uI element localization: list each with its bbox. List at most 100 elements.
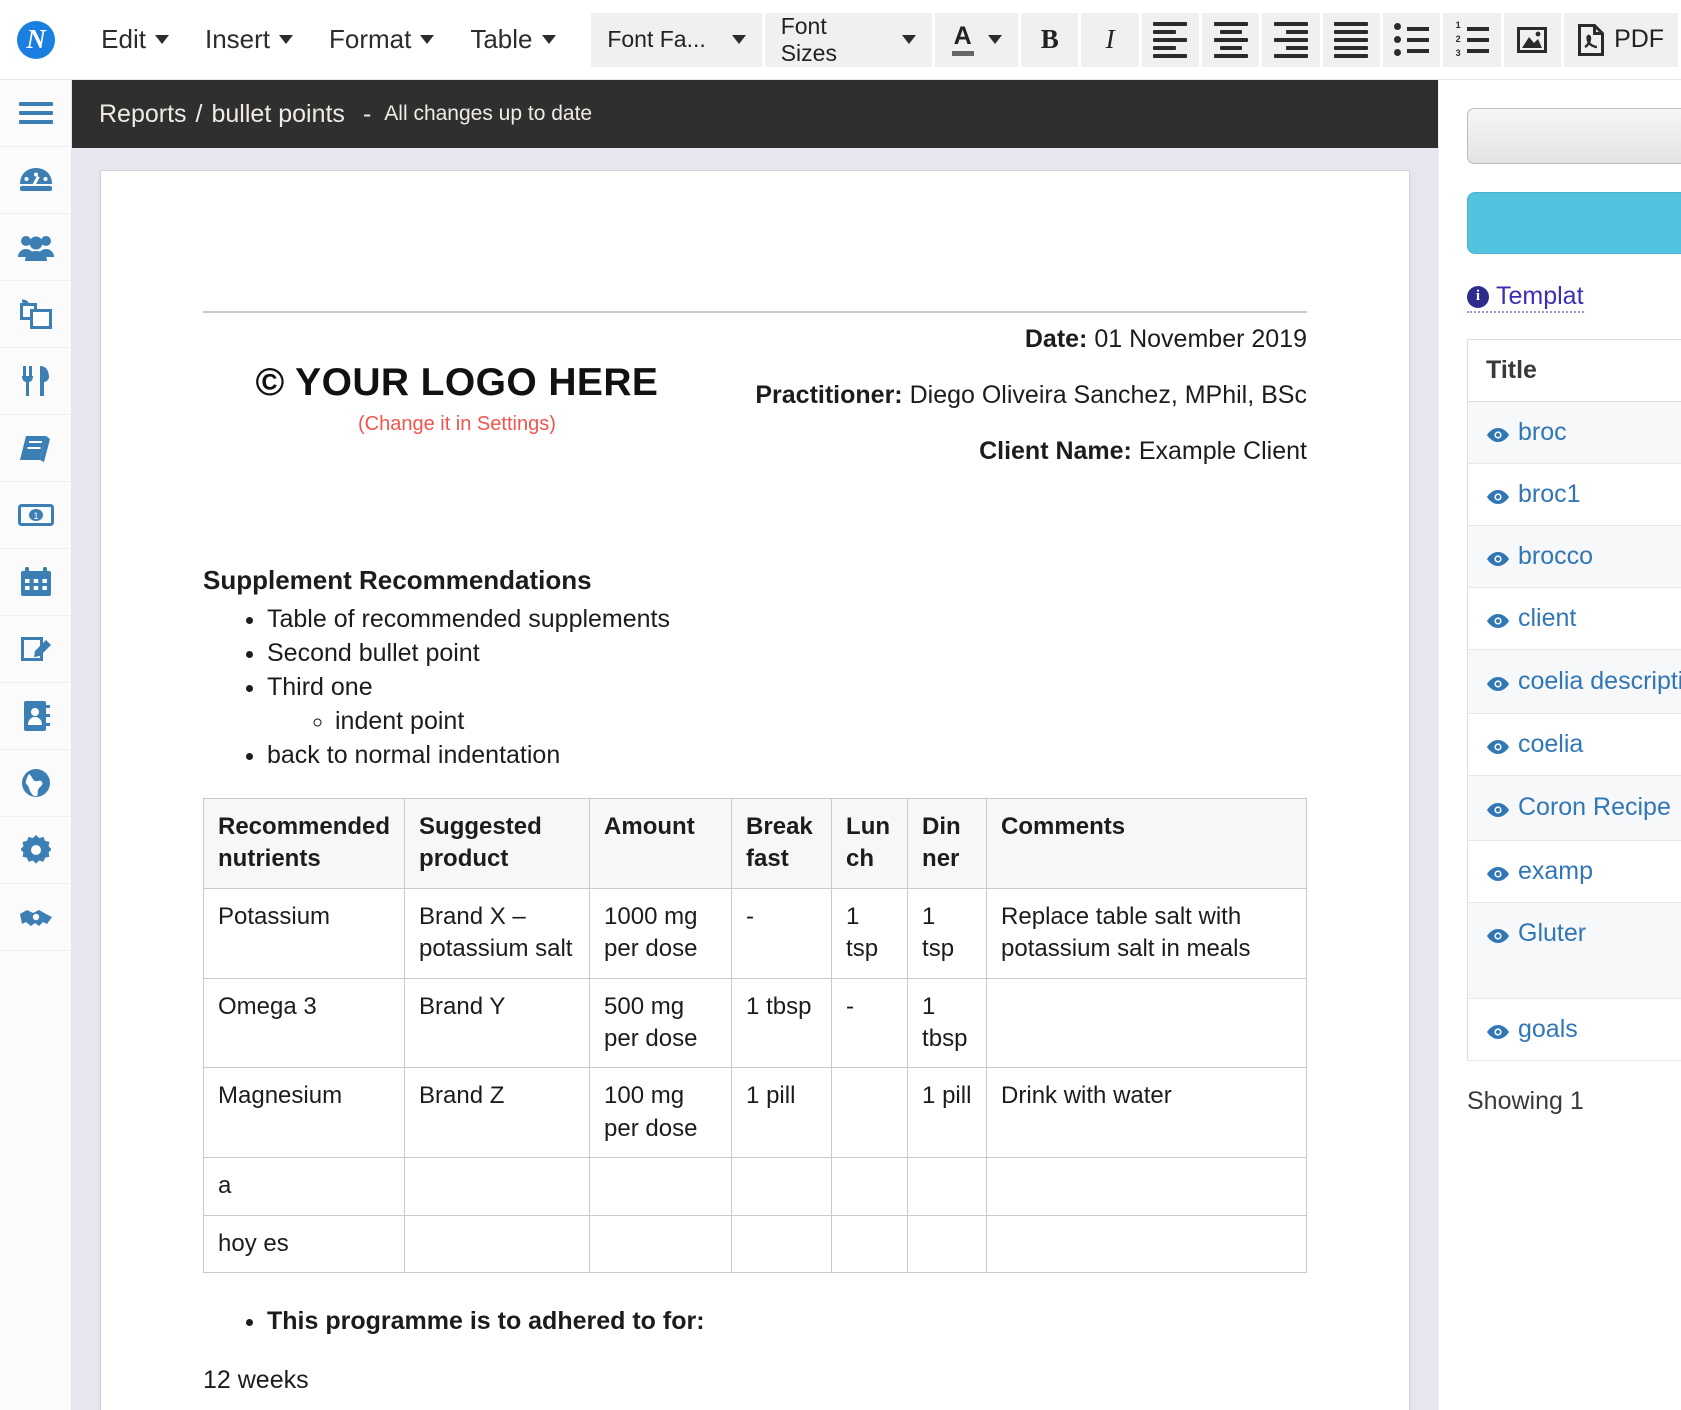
template-cell[interactable]: goals <box>1467 998 1681 1061</box>
table-row[interactable]: Potassium Brand X – potassium salt 1000 … <box>202 887 1307 979</box>
app-logo[interactable]: N <box>0 0 71 80</box>
table-row[interactable]: Magnesium Brand Z 100 mg per dose 1 pill… <box>202 1067 1307 1159</box>
list-item[interactable]: coelia <box>1467 713 1681 777</box>
font-family-select[interactable]: Font Fa... <box>591 12 762 67</box>
template-cell[interactable]: client <box>1467 587 1681 650</box>
text-color-button[interactable]: A <box>935 12 1019 67</box>
insert-template-button[interactable] <box>1467 192 1681 254</box>
cell-breakfast[interactable]: 1 pill <box>731 1067 833 1159</box>
list-item[interactable]: coelia descripti <box>1467 649 1681 715</box>
cell-nutrient[interactable]: hoy es <box>202 1214 406 1273</box>
align-right-button[interactable] <box>1262 12 1320 67</box>
template-cell[interactable]: broc1 <box>1467 463 1681 526</box>
cell-product[interactable] <box>404 1214 591 1273</box>
cell-amount[interactable]: 1000 mg per dose <box>589 887 733 979</box>
cell-dinner[interactable]: 1 tsp <box>907 887 988 979</box>
cell-amount[interactable]: 100 mg per dose <box>589 1067 733 1159</box>
cell-breakfast[interactable] <box>731 1157 833 1216</box>
numbered-list-button[interactable]: 1 2 3 <box>1443 12 1501 67</box>
menu-insert[interactable]: Insert <box>191 18 307 61</box>
cell-lunch[interactable]: - <box>831 977 909 1069</box>
cell-dinner[interactable] <box>907 1157 988 1216</box>
cell-lunch[interactable] <box>831 1157 909 1216</box>
template-cell[interactable]: Coron Recipe <box>1467 775 1681 841</box>
table-row[interactable]: hoy es <box>202 1214 1307 1273</box>
align-left-button[interactable] <box>1141 12 1200 67</box>
templates-info-link[interactable]: i Templat <box>1467 282 1584 313</box>
cell-product[interactable] <box>404 1157 591 1216</box>
cell-lunch[interactable] <box>831 1214 909 1273</box>
list-item[interactable]: brocco <box>1467 525 1681 588</box>
cell-amount[interactable] <box>589 1157 733 1216</box>
template-select[interactable] <box>1467 108 1681 164</box>
cell-comments[interactable] <box>986 977 1307 1069</box>
sidebar-item-clients[interactable] <box>0 214 71 281</box>
svg-text:1: 1 <box>33 511 38 521</box>
export-pdf-button[interactable]: PDF <box>1564 12 1679 67</box>
sidebar-item-settings[interactable] <box>0 817 71 884</box>
cell-nutrient[interactable]: Omega 3 <box>202 977 406 1069</box>
list-item[interactable]: goals <box>1467 998 1681 1061</box>
sidebar-item-documents[interactable] <box>0 281 71 348</box>
table-row[interactable]: Omega 3 Brand Y 500 mg per dose 1 tbsp -… <box>202 977 1307 1069</box>
list-item[interactable]: client <box>1467 587 1681 650</box>
menu-format[interactable]: Format <box>315 18 448 61</box>
sidebar-item-contacts[interactable] <box>0 683 71 750</box>
template-cell[interactable]: Gluter <box>1467 902 1681 999</box>
sidebar-item-support[interactable] <box>0 884 71 951</box>
cell-dinner[interactable]: 1 tbsp <box>907 977 988 1069</box>
menu-table[interactable]: Table <box>456 18 569 61</box>
cell-nutrient[interactable]: Potassium <box>202 887 406 979</box>
supplement-table[interactable]: Recommended nutrients Suggested product … <box>202 798 1307 1273</box>
cell-comments[interactable]: Replace table salt with potassium salt i… <box>986 887 1307 979</box>
cell-product[interactable]: Brand X – potassium salt <box>404 887 591 979</box>
cell-nutrient[interactable]: a <box>202 1157 406 1216</box>
sidebar-item-dashboard[interactable] <box>0 147 71 214</box>
bold-button[interactable]: B <box>1021 12 1079 67</box>
cell-breakfast[interactable]: - <box>731 887 833 979</box>
cell-amount[interactable]: 500 mg per dose <box>589 977 733 1069</box>
sidebar-item-invoices[interactable]: 1 <box>0 482 71 549</box>
cell-breakfast[interactable]: 1 tbsp <box>731 977 833 1069</box>
sidebar-item-recipes[interactable] <box>0 415 71 482</box>
align-center-button[interactable] <box>1202 12 1260 67</box>
breadcrumb-current[interactable]: bullet points <box>212 100 345 129</box>
editor-canvas[interactable]: © YOUR LOGO HERE (Change it in Settings)… <box>72 148 1438 1410</box>
sidebar-item-globe[interactable] <box>0 750 71 817</box>
cell-dinner[interactable]: 1 pill <box>907 1067 988 1159</box>
list-item[interactable]: Gluter <box>1467 902 1681 999</box>
cell-comments[interactable] <box>986 1157 1307 1216</box>
cell-lunch[interactable] <box>831 1067 909 1159</box>
insert-image-button[interactable] <box>1503 12 1562 67</box>
template-cell[interactable]: examp <box>1467 840 1681 903</box>
font-size-select[interactable]: Font Sizes <box>764 12 933 67</box>
align-justify-button[interactable] <box>1322 12 1381 67</box>
breadcrumb-root[interactable]: Reports <box>99 100 187 129</box>
bullet-list-button[interactable] <box>1383 12 1441 67</box>
cell-dinner[interactable] <box>907 1214 988 1273</box>
cell-breakfast[interactable] <box>731 1214 833 1273</box>
template-cell[interactable]: broc <box>1467 401 1681 464</box>
sidebar-item-menu[interactable] <box>0 80 71 147</box>
cell-amount[interactable] <box>589 1214 733 1273</box>
table-row[interactable]: a <box>202 1157 1307 1216</box>
cell-nutrient[interactable]: Magnesium <box>202 1067 406 1159</box>
cell-product[interactable]: Brand Y <box>404 977 591 1069</box>
cell-comments[interactable]: Drink with water <box>986 1067 1307 1159</box>
document-page[interactable]: © YOUR LOGO HERE (Change it in Settings)… <box>100 170 1410 1410</box>
template-cell[interactable]: coelia <box>1467 713 1681 777</box>
template-cell[interactable]: brocco <box>1467 525 1681 588</box>
cell-product[interactable]: Brand Z <box>404 1067 591 1159</box>
list-item[interactable]: broc <box>1467 401 1681 464</box>
sidebar-item-meal-plans[interactable] <box>0 348 71 415</box>
list-item[interactable]: broc1 <box>1467 463 1681 526</box>
italic-button[interactable]: I <box>1081 12 1139 67</box>
sidebar-item-reports[interactable] <box>0 616 71 683</box>
sidebar-item-calendar[interactable] <box>0 549 71 616</box>
cell-lunch[interactable]: 1 tsp <box>831 887 909 979</box>
list-item[interactable]: Coron Recipe <box>1467 775 1681 841</box>
cell-comments[interactable] <box>986 1214 1307 1273</box>
menu-edit[interactable]: Edit <box>87 18 183 61</box>
template-cell[interactable]: coelia descripti <box>1467 649 1681 715</box>
list-item[interactable]: examp <box>1467 840 1681 903</box>
